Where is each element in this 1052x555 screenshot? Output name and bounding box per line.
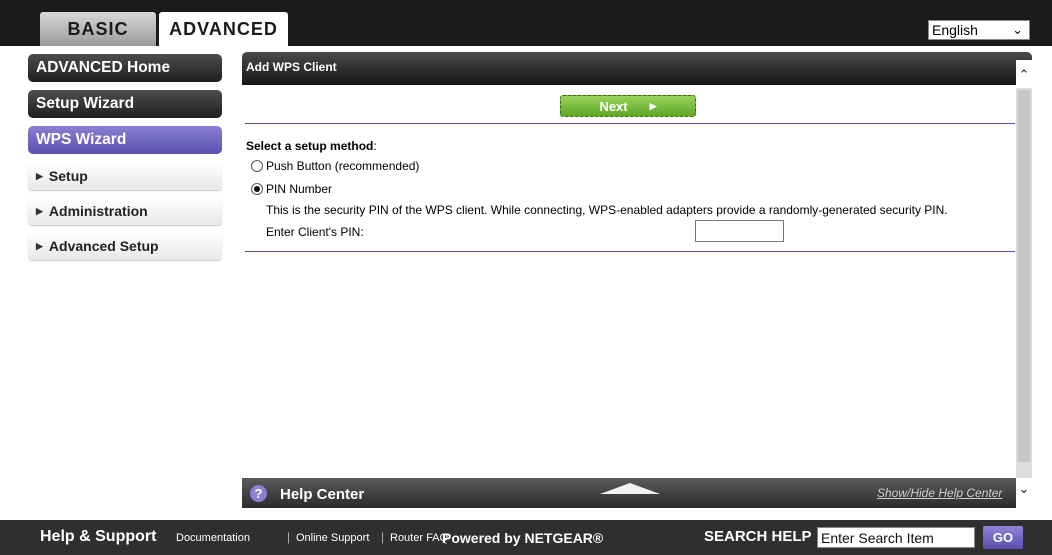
sidebar-item-administration[interactable]: ▶ Administration	[28, 197, 222, 225]
triangle-right-icon: ▶	[649, 100, 657, 111]
search-help-label: SEARCH HELP	[704, 528, 812, 545]
top-nav-bar	[0, 0, 1052, 46]
setup-method-label: Select a setup method	[246, 139, 374, 153]
push-button-label: Push Button (recommended)	[266, 159, 420, 173]
scroll-up-icon[interactable]: ⌃	[1016, 60, 1032, 88]
router-faq-link[interactable]: Router FAQ	[390, 532, 448, 544]
sidebar-item-setup[interactable]: ▶ Setup	[28, 162, 222, 190]
sidebar-item-wps-wizard[interactable]: WPS Wizard	[28, 126, 222, 154]
scroll-down-icon[interactable]: ⌄	[1016, 478, 1032, 502]
triangle-right-icon: ▶	[36, 170, 43, 181]
next-button[interactable]: Next ▶	[560, 95, 696, 117]
chevron-down-icon: ⌄	[1012, 22, 1023, 37]
documentation-link[interactable]: Documentation	[176, 532, 250, 544]
triangle-right-icon: ▶	[36, 205, 43, 216]
online-support-link[interactable]: Online Support	[296, 532, 369, 544]
tab-advanced[interactable]: ADVANCED	[159, 12, 288, 46]
panel-title: Add WPS Client	[242, 52, 1032, 85]
footer-separator: |	[381, 530, 385, 544]
pin-number-label: PIN Number	[266, 182, 333, 196]
sidebar-item-advanced-home[interactable]: ADVANCED Home	[28, 54, 222, 82]
expand-triangle-icon[interactable]	[600, 483, 660, 494]
help-support-title: Help & Support	[40, 528, 157, 545]
pin-number-radio[interactable]	[251, 183, 263, 195]
footer-separator: |	[287, 530, 291, 544]
language-selected-value: English	[932, 22, 978, 38]
show-hide-help-link[interactable]: Show/Hide Help Center	[877, 486, 1002, 500]
sidebar-item-label: Setup	[48, 168, 88, 184]
powered-by-netgear: Powered by NETGEAR®	[442, 530, 604, 546]
client-pin-input[interactable]	[695, 220, 784, 242]
divider	[245, 123, 1015, 124]
language-select[interactable]: English ⌄	[928, 20, 1030, 40]
search-help-input[interactable]	[817, 527, 975, 548]
triangle-right-icon: ▶	[36, 240, 43, 251]
next-button-label: Next	[599, 98, 628, 114]
help-center-title: Help Center	[280, 486, 365, 503]
client-pin-label: Enter Client's PIN:	[266, 225, 364, 239]
setup-method-heading: Select a setup method:	[246, 139, 377, 153]
sidebar-item-setup-wizard[interactable]: Setup Wizard	[28, 90, 222, 118]
push-button-radio[interactable]	[251, 160, 263, 172]
divider	[245, 251, 1015, 252]
sidebar-item-label: Advanced Setup	[48, 238, 159, 254]
sidebar-item-advanced-setup[interactable]: ▶ Advanced Setup	[28, 232, 222, 260]
go-button[interactable]: GO	[983, 526, 1023, 549]
pin-description: This is the security PIN of the WPS clie…	[266, 203, 948, 217]
help-question-icon: ?	[250, 485, 267, 502]
sidebar: ADVANCED Home Setup Wizard WPS Wizard ▶ …	[28, 54, 222, 267]
tab-basic[interactable]: BASIC	[40, 12, 156, 46]
scrollbar-thumb[interactable]	[1018, 90, 1030, 462]
sidebar-item-label: Administration	[48, 203, 148, 219]
setup-method-colon: :	[373, 139, 377, 153]
